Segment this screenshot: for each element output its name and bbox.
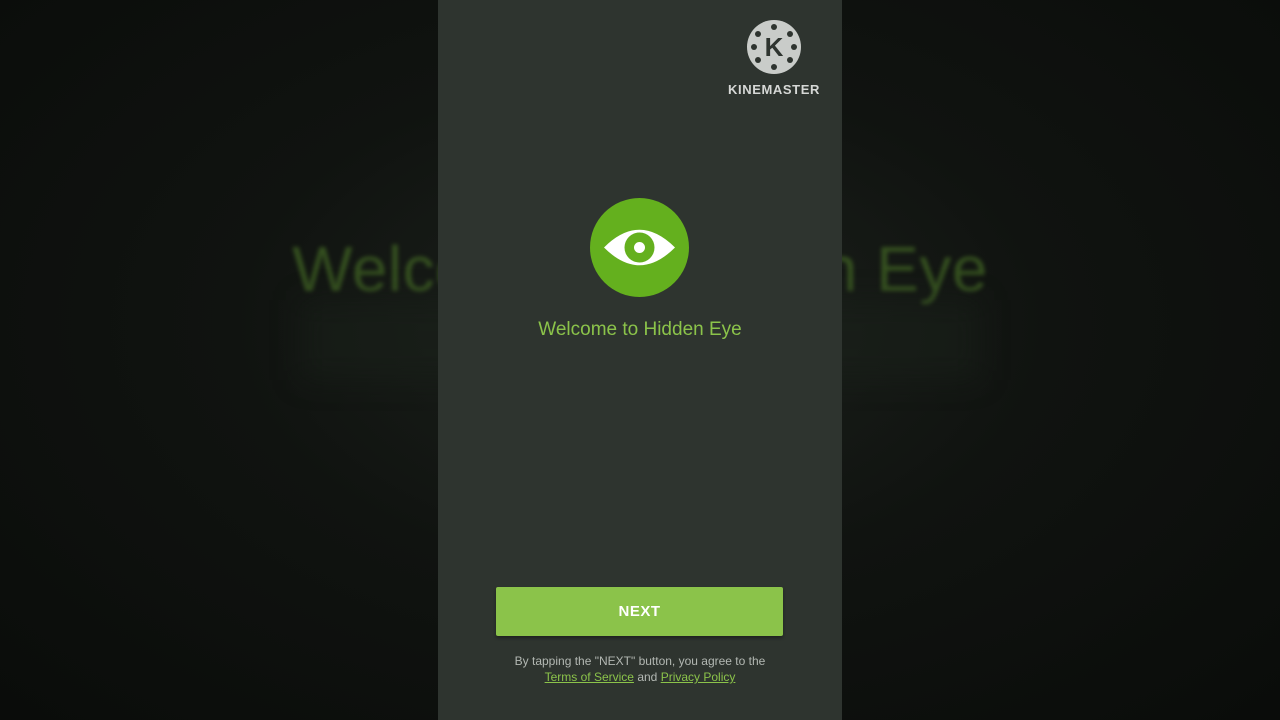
legal-notice: By tapping the "NEXT" button, you agree … [438, 653, 842, 685]
kinemaster-logo-icon: K [747, 20, 801, 74]
video-frame: Welcome to Hidden Eye K KINEMASTER Wel [0, 0, 1280, 720]
terms-of-service-link[interactable]: Terms of Service [545, 670, 634, 684]
kinemaster-watermark: K KINEMASTER [726, 20, 822, 97]
legal-line: By tapping the "NEXT" button, you agree … [514, 654, 766, 668]
eye-icon [590, 198, 689, 297]
next-button[interactable]: NEXT [496, 587, 783, 636]
legal-and-text: and [637, 670, 658, 684]
watermark-label: KINEMASTER [728, 82, 820, 97]
phone-screen: K KINEMASTER Welcome to Hidden Eye NEXT … [438, 0, 842, 720]
privacy-policy-link[interactable]: Privacy Policy [661, 670, 736, 684]
watermark-letter: K [764, 32, 784, 62]
welcome-title: Welcome to Hidden Eye [538, 319, 742, 340]
legal-links-line: Terms of Service and Privacy Policy [438, 669, 842, 685]
